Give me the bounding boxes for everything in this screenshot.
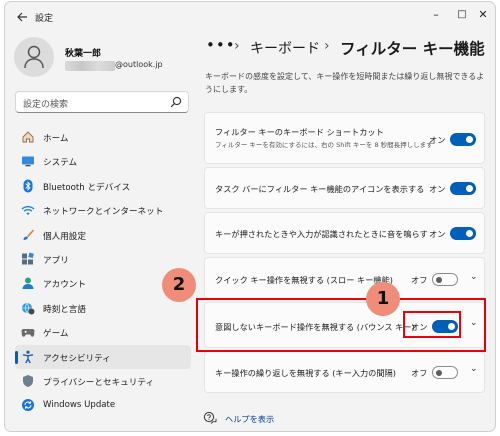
sidebar-item-label: Bluetooth とデバイス	[43, 182, 131, 193]
page-description: キーボードの感度を設定して、キー操作を短時間または繰り返し無視できるようにします…	[205, 72, 485, 94]
breadcrumb-link-keyboard[interactable]: キーボード	[250, 38, 320, 58]
highlight-box-toggle	[403, 311, 461, 338]
sidebar-item-windows-update[interactable]: Windows Update	[15, 393, 191, 417]
shield-icon	[23, 374, 33, 387]
step-badge: 1	[366, 282, 400, 316]
toggle-state-label: オン	[429, 229, 446, 239]
sidebar-item-privacy[interactable]: プライバシーとセキュリティ	[15, 369, 191, 393]
toggle-state-label: オフ	[411, 275, 428, 285]
breadcrumb-separator: ›	[234, 38, 240, 54]
email-domain: @outlook.jp	[115, 60, 163, 69]
toggle-switch[interactable]	[432, 273, 458, 286]
sidebar-nav: ホーム システム Bluetooth とデバイス ネットワークとインターネット …	[15, 125, 191, 418]
arrow-left-icon	[17, 12, 27, 22]
setting-title: クイック キー操作を無視する (スロー キー機能)	[215, 275, 393, 285]
setting-title: タスク バーにフィルター キー機能のアイコンを表示する	[215, 184, 425, 194]
chevron-down-icon[interactable]: ⌄	[470, 364, 478, 374]
search-icon	[170, 96, 182, 108]
setting-card-repeat-keys[interactable]: キー操作の繰り返しを無視する (キー入力の間隔) オフ ⌄	[204, 351, 485, 393]
toggle-state-label: オフ	[411, 368, 428, 378]
accessibility-icon	[22, 350, 34, 363]
email-blurred-part	[65, 61, 115, 71]
account-icon	[22, 277, 34, 290]
sidebar-item-label: システム	[43, 158, 78, 169]
help-label: ヘルプを表示	[225, 414, 275, 424]
sidebar-item-label: アクセシビリティ	[43, 353, 111, 364]
home-icon	[22, 131, 34, 143]
sidebar-item-time-language[interactable]: 時刻と言語	[15, 296, 191, 320]
person-icon	[24, 45, 44, 69]
sidebar-item-label: Windows Update	[43, 400, 116, 411]
page-title: フィルター キー機能	[340, 40, 485, 58]
search-input[interactable]: 設定の検索	[15, 91, 189, 113]
avatar	[14, 37, 54, 77]
chevron-down-icon[interactable]: ⌄	[470, 272, 478, 282]
sidebar-item-label: 時刻と言語	[43, 304, 86, 315]
globe-clock-icon	[22, 302, 35, 315]
breadcrumb-separator: ›	[324, 38, 330, 54]
close-button[interactable]: ✕	[473, 6, 493, 24]
monitor-icon	[22, 156, 34, 167]
sidebar-item-network[interactable]: ネットワークとインターネット	[15, 198, 191, 222]
breadcrumb-overflow-button[interactable]: •••	[206, 36, 236, 54]
back-button[interactable]	[13, 8, 31, 26]
setting-title: キー操作の繰り返しを無視する (キー入力の間隔)	[215, 368, 396, 378]
minimize-button[interactable]: –	[426, 6, 446, 24]
setting-title: キーが押されたときや入力が認識されたときに音を鳴らす	[215, 229, 428, 239]
title-bar: 設定 – □ ✕	[5, 2, 495, 32]
setting-title: フィルター キーのキーボード ショートカット	[215, 127, 384, 137]
maximize-button[interactable]: □	[452, 6, 472, 24]
setting-card-sound: キーが押されたときや入力が認識されたときに音を鳴らす オン	[204, 212, 485, 254]
bluetooth-icon	[23, 179, 33, 193]
app-title: 設定	[35, 14, 54, 24]
setting-card-taskbar-icon: タスク バーにフィルター キー機能のアイコンを表示する オン	[204, 167, 485, 209]
toggle-state-label: オン	[429, 184, 446, 194]
sidebar-item-accessibility[interactable]: アクセシビリティ	[15, 344, 191, 369]
toggle-switch[interactable]	[432, 366, 458, 379]
toggle-switch[interactable]	[450, 227, 476, 240]
sidebar-item-label: プライバシーとセキュリティ	[43, 377, 155, 388]
sidebar-item-system[interactable]: システム	[15, 149, 191, 173]
toggle-switch[interactable]	[450, 133, 476, 146]
toggle-state-label: オン	[429, 135, 446, 145]
user-name: 秋葉一郎	[65, 49, 102, 59]
sidebar-item-personalization[interactable]: 個人用設定	[15, 223, 191, 247]
brush-icon	[23, 229, 34, 240]
sidebar-item-label: 個人用設定	[43, 231, 86, 242]
sidebar-item-label: アプリ	[43, 255, 69, 266]
sidebar-item-label: ホーム	[43, 134, 69, 144]
sidebar-item-bluetooth[interactable]: Bluetooth とデバイス	[15, 174, 191, 198]
sidebar-item-gaming[interactable]: ゲーム	[15, 320, 191, 344]
setting-subtitle: フィルター キーを有効にするには、右の Shift キーを 8 秒間長押しします	[215, 141, 433, 149]
apps-icon	[22, 252, 34, 265]
help-chat-icon	[203, 411, 217, 424]
user-email: @outlook.jp	[65, 60, 175, 71]
sidebar-item-label: ネットワークとインターネット	[43, 207, 164, 218]
sidebar-item-apps[interactable]: アプリ	[15, 247, 191, 271]
sidebar-item-home[interactable]: ホーム	[15, 125, 191, 149]
search-placeholder: 設定の検索	[23, 100, 69, 110]
toggle-switch[interactable]	[450, 182, 476, 195]
gamepad-icon	[21, 329, 35, 337]
setting-card-shortcut: フィルター キーのキーボード ショートカット フィルター キーを有効にするには、…	[204, 112, 485, 164]
sidebar-item-label: アカウント	[43, 280, 86, 291]
setting-card-slow-keys[interactable]: クイック キー操作を無視する (スロー キー機能) オフ ⌄	[204, 257, 485, 299]
wifi-icon	[21, 206, 35, 216]
sidebar-item-label: ゲーム	[43, 329, 69, 340]
update-icon	[22, 399, 34, 412]
step-badge: 2	[162, 268, 196, 302]
